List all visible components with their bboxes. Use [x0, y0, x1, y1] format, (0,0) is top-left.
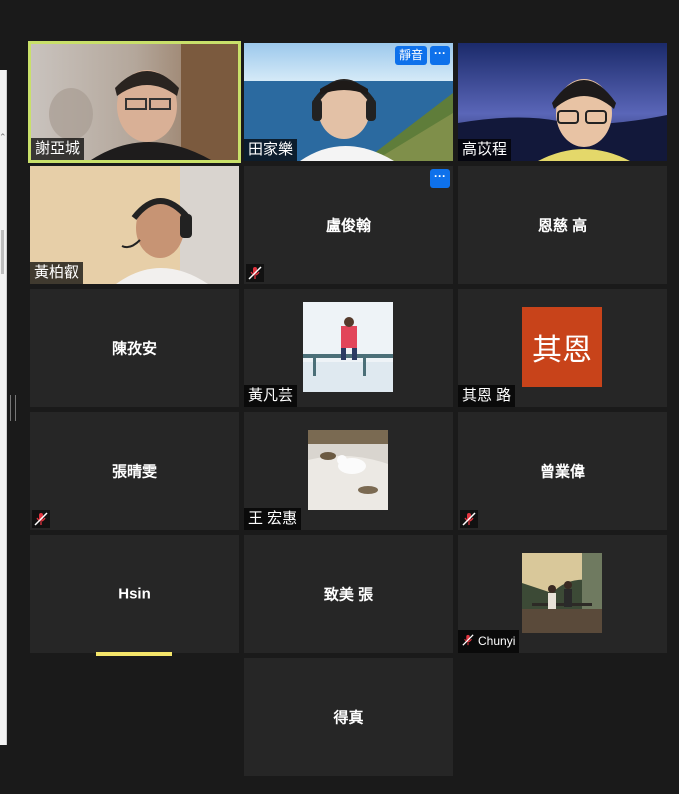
video-tile-8[interactable]: 其恩 其恩 路	[458, 289, 667, 407]
video-tile-11[interactable]: 曾業偉	[458, 412, 667, 530]
participant-name: 謝亞城	[31, 138, 85, 160]
video-tile-4[interactable]: ··· 盧俊翰	[244, 166, 453, 284]
video-tile-13[interactable]: 致美 張	[244, 535, 453, 653]
participant-name: 田家樂	[244, 139, 298, 161]
video-tile-9[interactable]: 張晴雯	[30, 412, 239, 530]
video-tile-3[interactable]: 黃柏叡	[30, 166, 239, 284]
more-options-button[interactable]: ···	[430, 169, 450, 188]
video-tile-2[interactable]: 高苡程	[458, 43, 667, 161]
mic-muted-icon	[462, 633, 474, 651]
mic-muted-icon	[32, 510, 50, 528]
participant-name: 致美 張	[323, 586, 374, 604]
participant-name-label: Chunyi	[458, 630, 520, 653]
more-options-button[interactable]: ···	[430, 46, 450, 65]
video-tile-1[interactable]: 靜音 ··· 田家樂	[244, 43, 453, 161]
video-tile-7[interactable]: 黃凡芸	[244, 289, 453, 407]
participant-name: 恩慈 高	[537, 217, 588, 235]
video-tile-10[interactable]: 王 宏惠	[244, 412, 453, 530]
video-tile-0[interactable]: 謝亞城	[28, 41, 241, 163]
caret-icon: ⌃	[0, 132, 7, 142]
side-panel-edge: ⌃	[0, 70, 7, 745]
profile-picture	[522, 553, 602, 633]
video-tile-14[interactable]: Chunyi	[458, 535, 667, 653]
participant-name: 盧俊翰	[325, 217, 371, 235]
participant-name: 其恩 路	[458, 385, 516, 407]
profile-picture	[303, 302, 393, 392]
participant-name: 張晴雯	[111, 463, 157, 481]
participant-name: Hsin	[118, 585, 151, 603]
video-tile-12[interactable]: Hsin	[30, 535, 239, 653]
video-tile-15[interactable]: 得真	[244, 658, 453, 776]
mute-status-badge: 靜音	[394, 46, 427, 65]
participant-name: 高苡程	[458, 139, 512, 161]
participant-name: 王 宏惠	[244, 508, 302, 530]
participant-name: 黃凡芸	[244, 385, 298, 407]
mic-muted-icon	[460, 510, 478, 528]
participant-name: 曾業偉	[539, 463, 585, 481]
participant-name: 黃柏叡	[30, 262, 84, 284]
profile-picture	[308, 430, 388, 510]
participant-name: 陳孜安	[111, 340, 157, 358]
panel-resize-handle[interactable]	[10, 395, 16, 421]
video-tile-5[interactable]: 恩慈 高	[458, 166, 667, 284]
mic-muted-icon	[246, 264, 264, 282]
participant-name: Chunyi	[478, 634, 516, 649]
initials-avatar: 其恩	[522, 307, 602, 387]
active-speaker-indicator	[96, 652, 172, 656]
participant-name: 得真	[333, 709, 364, 727]
scrollbar-thumb[interactable]	[1, 230, 4, 274]
video-tile-6[interactable]: 陳孜安	[30, 289, 239, 407]
